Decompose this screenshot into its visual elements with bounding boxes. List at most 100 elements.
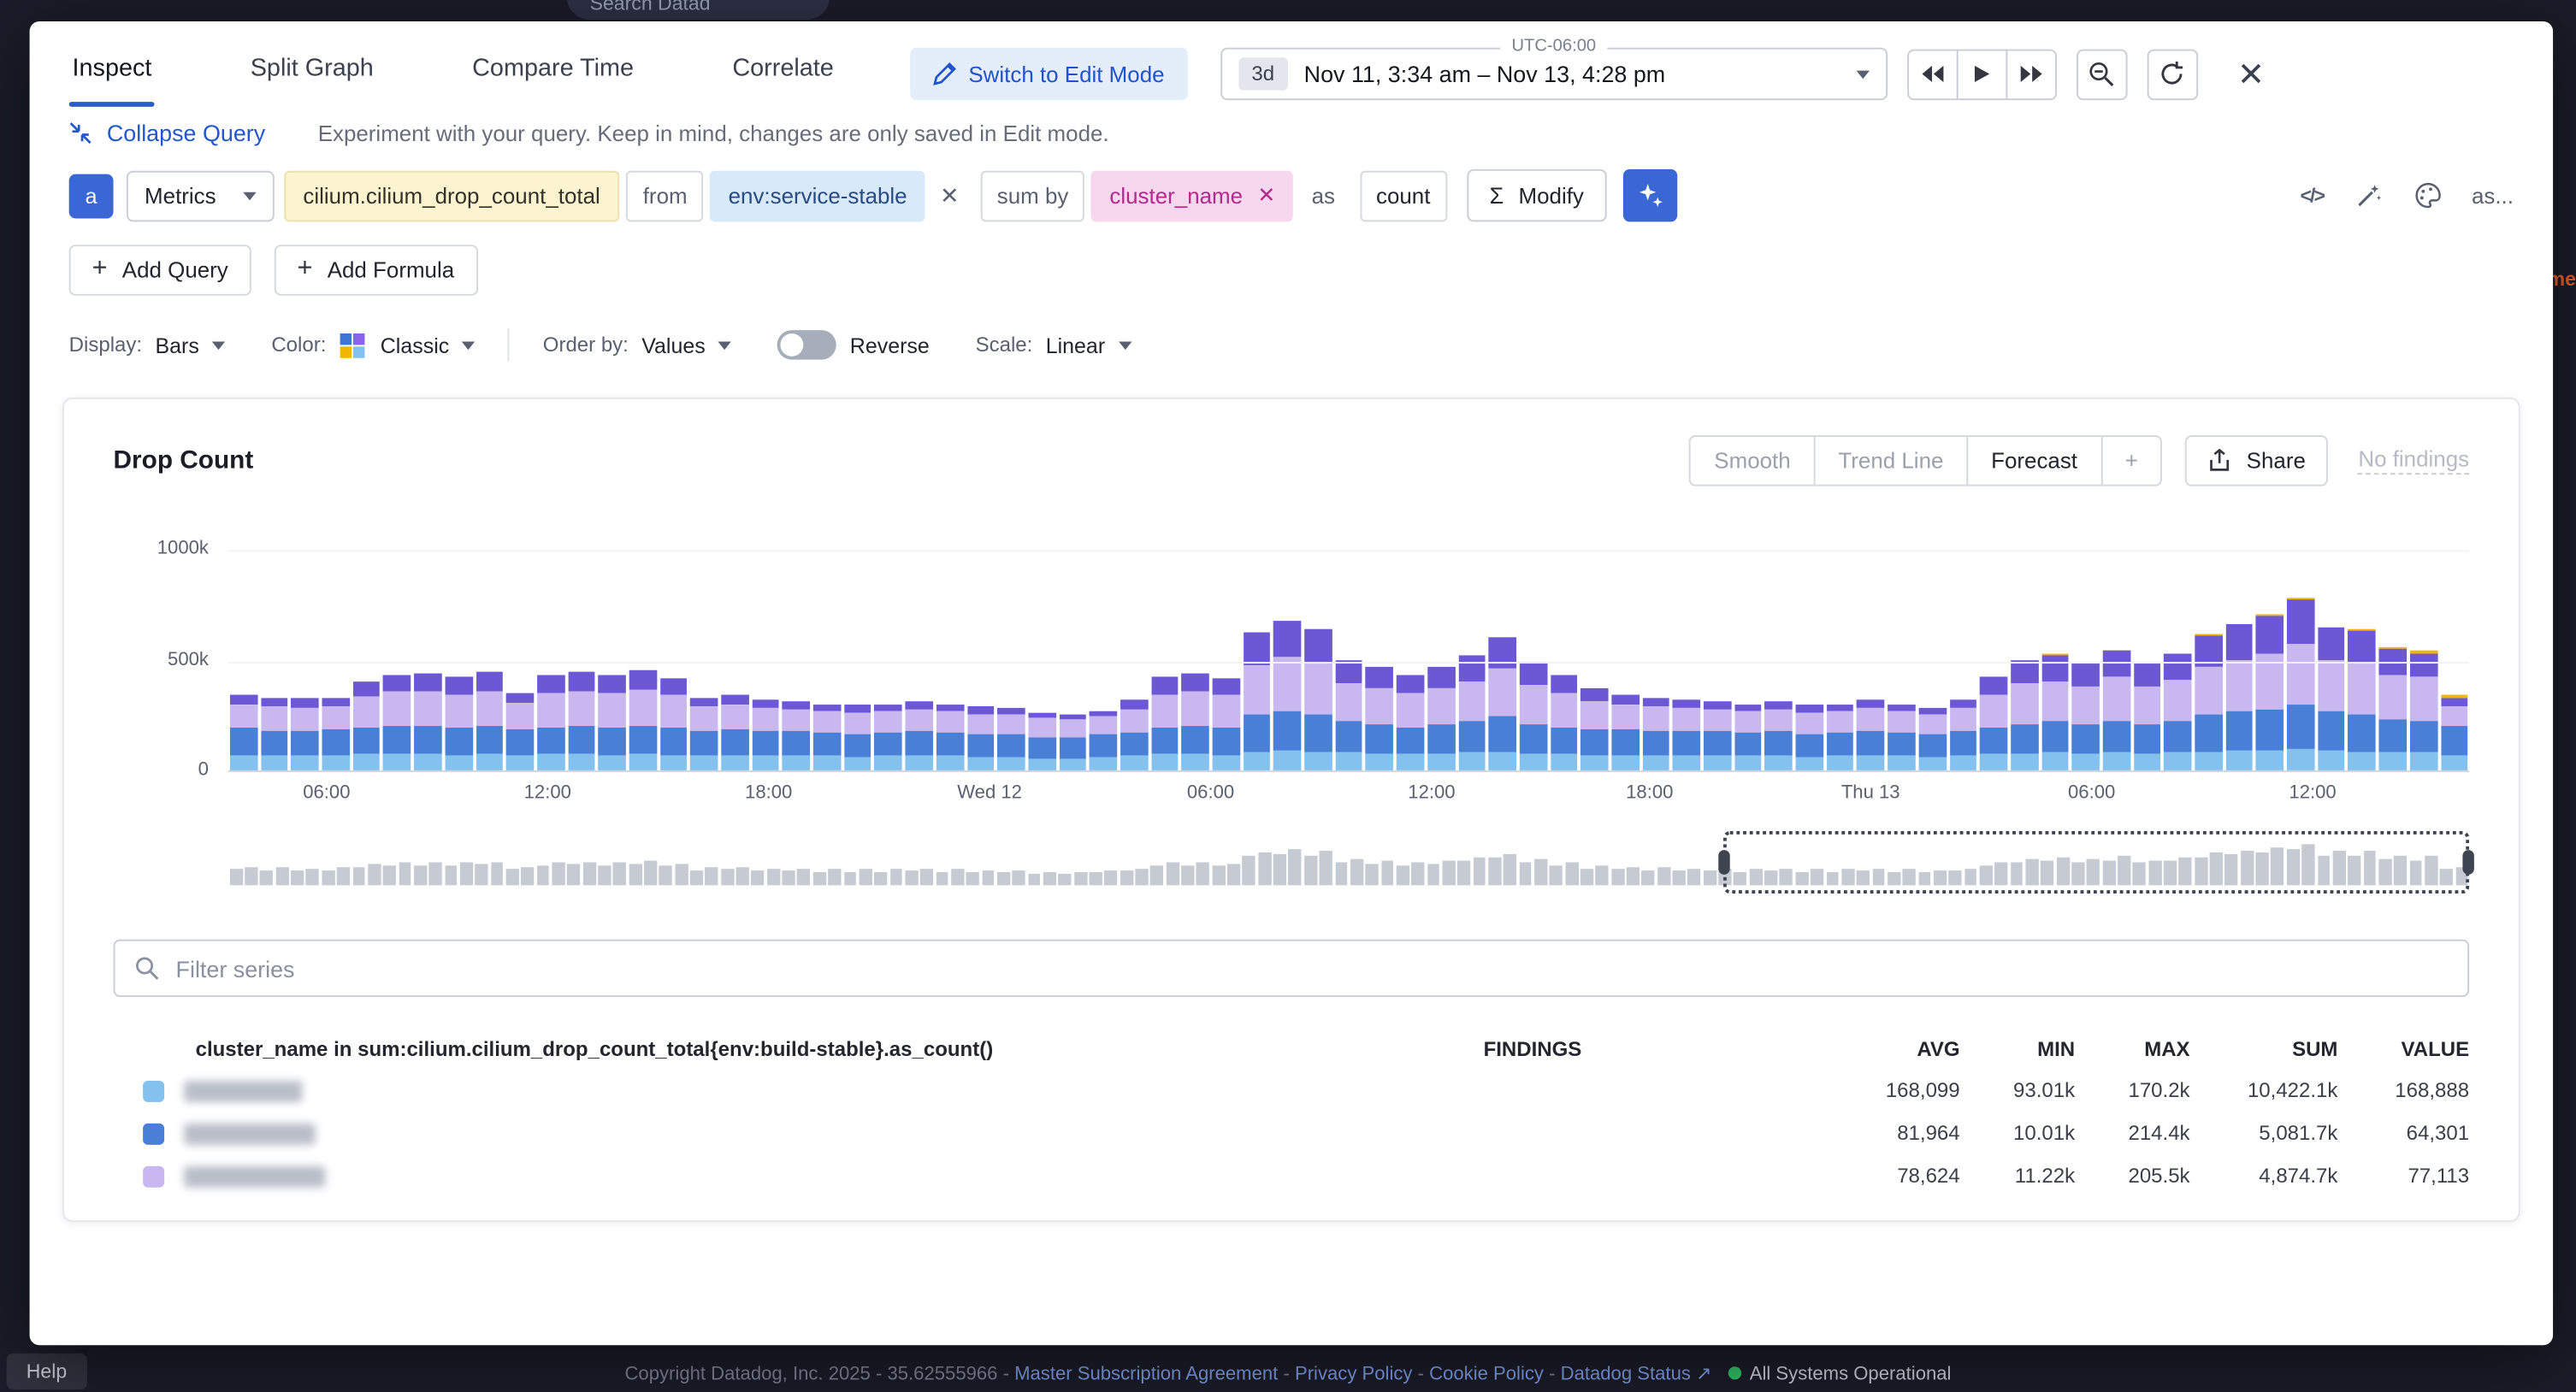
stacked-bar[interactable]: [966, 706, 994, 770]
series-name-redacted[interactable]: [184, 1123, 316, 1144]
reset-zoom-button[interactable]: [2147, 49, 2198, 100]
stacked-bar[interactable]: [1918, 707, 1946, 770]
footer-link[interactable]: Cookie Policy: [1429, 1365, 1544, 1384]
toolbar-forecast[interactable]: Forecast: [1966, 437, 2100, 485]
as-more-label[interactable]: as...: [2472, 183, 2514, 208]
stacked-bar[interactable]: [445, 677, 472, 770]
tab-inspect[interactable]: Inspect: [69, 41, 156, 107]
stacked-bar[interactable]: [1520, 662, 1547, 770]
stacked-bar[interactable]: [721, 695, 748, 770]
stacked-bar[interactable]: [414, 673, 441, 770]
footer-link[interactable]: Master Subscription Agreement: [1014, 1365, 1278, 1384]
reverse-toggle[interactable]: [777, 330, 836, 360]
remove-filter-icon[interactable]: ✕: [940, 181, 960, 209]
stacked-bar[interactable]: [1397, 675, 1424, 770]
stacked-bar[interactable]: [568, 672, 595, 770]
stacked-bar[interactable]: [1090, 711, 1117, 770]
filter-tag-chip[interactable]: env:service-stable: [710, 170, 925, 221]
modify-button[interactable]: Σ Modify: [1467, 169, 1607, 221]
stacked-bar[interactable]: [2410, 650, 2437, 770]
stacked-bar[interactable]: [2164, 653, 2191, 770]
stacked-bar[interactable]: [1213, 679, 1240, 770]
series-name-redacted[interactable]: [184, 1165, 325, 1187]
code-view-icon[interactable]: </>: [2301, 184, 2325, 207]
skip-back-button[interactable]: [1907, 49, 1959, 100]
remove-group-icon[interactable]: ✕: [1257, 182, 1275, 209]
order-by-dropdown[interactable]: Values: [641, 333, 731, 357]
stacked-bar[interactable]: [1827, 704, 1854, 770]
stacked-bar[interactable]: [844, 705, 871, 770]
column-sum[interactable]: SUM: [2190, 1038, 2338, 1061]
stacked-bar[interactable]: [1366, 668, 1393, 770]
stacked-bar[interactable]: [383, 675, 411, 770]
column-value[interactable]: VALUE: [2337, 1038, 2469, 1061]
series-name-redacted[interactable]: [184, 1080, 302, 1101]
stacked-bar[interactable]: [629, 671, 657, 770]
table-row[interactable]: 78,62411.22k205.5k4,874.7k77,113: [114, 1154, 2470, 1197]
metric-name-field[interactable]: cilium.cilium_drop_count_total: [283, 170, 619, 221]
column-avg[interactable]: AVG: [1771, 1038, 1960, 1061]
stacked-bar[interactable]: [813, 704, 841, 770]
stacked-bar[interactable]: [1980, 677, 2007, 770]
stacked-bar[interactable]: [1120, 699, 1148, 770]
stacked-bar[interactable]: [1888, 704, 1915, 770]
palette-icon[interactable]: [2416, 182, 2443, 209]
as-count-dropdown[interactable]: count: [1360, 170, 1447, 221]
group-by-chip[interactable]: cluster_name ✕: [1091, 170, 1293, 221]
stacked-bar[interactable]: [1580, 688, 1608, 770]
stacked-bar[interactable]: [1273, 620, 1301, 770]
zoom-out-button[interactable]: [2077, 49, 2128, 100]
footer-link[interactable]: Privacy Policy: [1295, 1365, 1412, 1384]
toolbar-trend-line[interactable]: Trend Line: [1814, 437, 1967, 485]
stacked-bar[interactable]: [2225, 623, 2253, 770]
tab-split-graph[interactable]: Split Graph: [247, 41, 377, 107]
stacked-bar[interactable]: [906, 702, 933, 770]
stacked-bar[interactable]: [1182, 673, 1209, 770]
stacked-bar[interactable]: [1704, 702, 1731, 770]
stacked-bar[interactable]: [1151, 677, 1179, 770]
add-query-button[interactable]: + Add Query: [69, 245, 251, 296]
stacked-bar[interactable]: [936, 704, 964, 770]
stacked-bar[interactable]: [1244, 632, 1271, 770]
stacked-bar[interactable]: [1427, 666, 1455, 770]
time-range-picker[interactable]: UTC-06:00 3d Nov 11, 3:34 am – Nov 13, 4…: [1220, 48, 1888, 100]
share-button[interactable]: Share: [2186, 435, 2329, 487]
time-selection-brush[interactable]: [1723, 831, 2470, 894]
background-search-input[interactable]: Search Datad: [567, 0, 830, 20]
stacked-bar[interactable]: [783, 702, 810, 770]
filter-series-input[interactable]: [176, 955, 2449, 982]
tab-correlate[interactable]: Correlate: [729, 41, 836, 107]
stacked-bar[interactable]: [506, 693, 534, 770]
stacked-bar[interactable]: [1673, 699, 1700, 770]
stacked-bar[interactable]: [537, 675, 564, 770]
toolbar-smooth[interactable]: Smooth: [1691, 437, 1813, 485]
stacked-bar[interactable]: [1765, 702, 1793, 770]
plot-area[interactable]: [228, 542, 2469, 772]
stacked-bar[interactable]: [997, 709, 1025, 770]
display-type-dropdown[interactable]: Bars: [155, 333, 225, 357]
collapse-query-link[interactable]: Collapse Query: [69, 120, 266, 146]
stacked-bar[interactable]: [292, 699, 319, 770]
column-max[interactable]: MAX: [2075, 1038, 2189, 1061]
add-formula-button[interactable]: + Add Formula: [275, 245, 478, 296]
stacked-bar[interactable]: [353, 681, 381, 770]
stacked-bar[interactable]: [261, 698, 288, 770]
stacked-bar[interactable]: [1642, 698, 1669, 770]
column-min[interactable]: MIN: [1960, 1038, 2075, 1061]
ai-sparkle-button[interactable]: [1623, 169, 1677, 221]
stacked-bar[interactable]: [1458, 655, 1486, 770]
metrics-source-dropdown[interactable]: Metrics: [127, 170, 274, 221]
stacked-bar[interactable]: [1550, 675, 1577, 770]
close-icon[interactable]: ✕: [2224, 50, 2278, 98]
magic-wand-icon[interactable]: [2357, 182, 2384, 209]
switch-to-edit-mode-button[interactable]: Switch to Edit Mode: [909, 48, 1187, 100]
toolbar--[interactable]: +: [2100, 437, 2161, 485]
brush-handle-left[interactable]: [1718, 850, 1729, 875]
stacked-bar[interactable]: [875, 704, 902, 770]
stacked-bar[interactable]: [2287, 598, 2314, 770]
stacked-bar[interactable]: [1796, 705, 1823, 770]
overview-scrubber[interactable]: [228, 831, 2469, 894]
stacked-bar[interactable]: [1949, 699, 1976, 770]
skip-forward-button[interactable]: [2006, 49, 2057, 100]
stacked-bar[interactable]: [1028, 713, 1055, 770]
